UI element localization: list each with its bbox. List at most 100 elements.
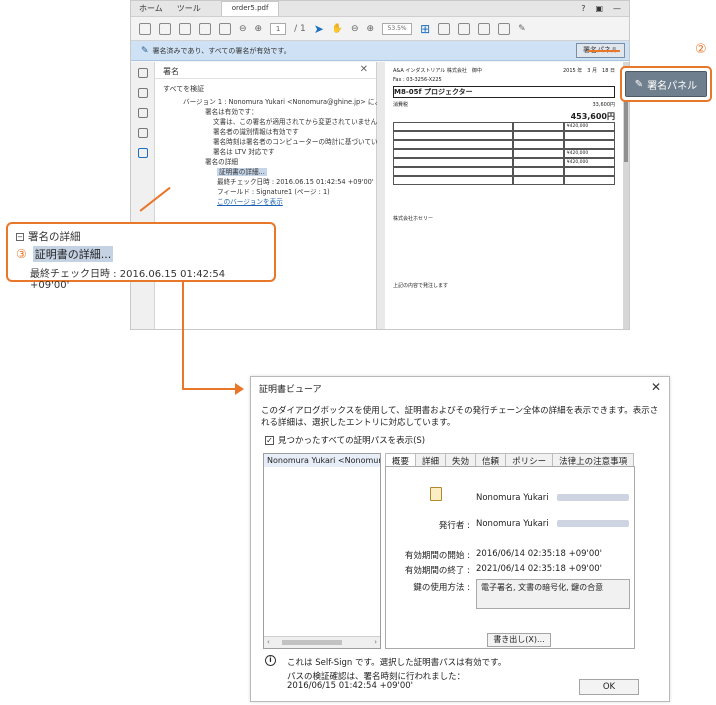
document-scrollbar[interactable] <box>623 62 629 329</box>
issuer-name: Nonomura Yukari <box>476 519 549 529</box>
callout-2: ✎ 署名パネル <box>620 66 712 102</box>
tree-cert-details[interactable]: 証明書の詳細... <box>217 168 267 176</box>
tree-field: フィールド : Signature1 (ページ : 1) <box>217 188 330 196</box>
doc-cell <box>512 140 564 149</box>
save-icon[interactable] <box>139 22 151 35</box>
panel-header: 署名 ✕ <box>155 62 376 79</box>
doc-cell <box>393 122 513 131</box>
full-screen-icon[interactable] <box>458 22 471 35</box>
doc-project: M8-05f プロジェクター <box>394 88 473 96</box>
sign-pen-icon[interactable]: ✎ <box>518 24 526 34</box>
callout-cert-details-link[interactable]: 証明書の詳細... <box>32 246 114 262</box>
doc-seller: 株式会社ホセリー <box>393 216 434 222</box>
signature-panel-button-zoomed[interactable]: ✎ 署名パネル <box>625 71 707 97</box>
fit-page-icon[interactable]: ⊞ <box>420 22 430 36</box>
arrowhead-icon <box>235 383 244 395</box>
tab-legal-notice[interactable]: 法律上の注意事項 <box>552 453 635 467</box>
signature-icon[interactable] <box>137 148 148 158</box>
upload-icon[interactable] <box>159 22 171 35</box>
doc-cell <box>393 176 513 185</box>
verify-all-button[interactable]: すべてを検証 <box>155 79 376 97</box>
tab-trust[interactable]: 信頼 <box>475 453 507 467</box>
collapse-icon[interactable]: − <box>16 232 24 241</box>
scroll-thumb[interactable] <box>282 640 342 645</box>
tree-details[interactable]: 署名の詳細 <box>155 157 376 167</box>
key-usage-value: 電子署名, 文書の暗号化, 鍵の合意 <box>476 579 630 609</box>
certificate-list-item[interactable]: Nonomura Yukari <Nonomura <box>264 454 380 467</box>
select-tool-icon[interactable]: ➤ <box>314 22 324 36</box>
read-mode-icon[interactable] <box>478 22 491 35</box>
tab-policies[interactable]: ポリシー <box>505 453 554 467</box>
user-icon[interactable]: ▣ <box>595 4 603 13</box>
tree-version[interactable]: バージョン 1 : Nonomura Yukari <Nonomura@ghin… <box>155 97 414 107</box>
page-down-icon[interactable]: ⊕ <box>255 24 263 34</box>
scroll-mode-icon[interactable] <box>438 22 451 35</box>
layers-icon[interactable] <box>137 128 148 138</box>
certificate-tabs: 概要 詳細 失効 信頼 ポリシー 法律上の注意事項 <box>385 453 635 467</box>
doc-cell <box>512 122 564 131</box>
search-icon[interactable] <box>219 22 231 35</box>
zoom-in-icon[interactable]: ⊕ <box>367 24 375 34</box>
doc-company: A&A インダストリアル 株式会社 御中 <box>393 68 482 74</box>
zoom-select[interactable]: 53.5% <box>382 22 413 35</box>
export-button[interactable]: 書き出し(X)... <box>487 633 551 647</box>
doc-tax-label: 消費税 <box>393 102 409 108</box>
menu-home[interactable]: ホーム <box>139 3 163 14</box>
doc-line-grid: ¥420,000 ¥420,000 ¥420,000 <box>393 122 615 185</box>
checkbox-checked-icon[interactable]: ✓ <box>265 435 274 445</box>
page-up-icon[interactable]: ⊖ <box>239 24 247 34</box>
attachment-icon[interactable] <box>137 108 148 118</box>
doc-footer: 上記の内容で発注します <box>393 283 449 289</box>
doc-line-amount: ¥420,000 <box>563 158 615 167</box>
info-path-time: 2016/06/15 01:42:54 +09'00' <box>287 681 413 691</box>
tab-revocation[interactable]: 失効 <box>445 453 477 467</box>
comment-icon[interactable] <box>498 22 511 35</box>
document-tab[interactable]: order5.pdf <box>220 1 280 16</box>
key-usage-label: 鍵の使用方法 : <box>413 583 470 593</box>
doc-project-box: M8-05f プロジェクター <box>393 86 615 98</box>
signature-bar: ✎ 署名済みであり、すべての署名が有効です。 署名パネル <box>131 41 629 61</box>
subject-email-redacted <box>556 494 629 501</box>
hand-tool-icon[interactable]: ✋ <box>332 24 343 34</box>
certificate-icon <box>430 487 442 501</box>
list-hscrollbar[interactable]: ‹ › <box>264 636 380 648</box>
show-all-paths-checkbox[interactable]: ✓ 見つかったすべての証明パスを表示(S) <box>251 429 669 451</box>
menu-tools[interactable]: ツール <box>177 3 201 14</box>
menu-bar: ホーム ツール order5.pdf ? ▣ — <box>131 1 629 17</box>
doc-cell <box>563 167 615 176</box>
scroll-left-icon[interactable]: ‹ <box>267 638 270 646</box>
certificate-viewer-dialog: 証明書ビューア ✕ このダイアログボックスを使用して、証明書およびその発行チェー… <box>250 376 670 702</box>
tab-summary[interactable]: 概要 <box>385 453 417 467</box>
valid-from-value: 2016/06/14 02:35:18 +09'00' <box>476 549 602 559</box>
page-number-input[interactable]: 1 <box>270 22 287 35</box>
bookmark-icon[interactable] <box>137 88 148 98</box>
signature-status-text: 署名済みであり、すべての署名が有効です。 <box>152 46 291 55</box>
zoom-out-icon[interactable]: ⊖ <box>351 24 359 34</box>
tree-valid: 署名は有効です： <box>205 108 258 116</box>
dialog-title: 証明書ビューア <box>259 385 322 395</box>
doc-subtotal: 33,600円 <box>592 102 616 108</box>
panel-splitter[interactable] <box>377 62 385 329</box>
panel-title: 署名 <box>163 67 179 76</box>
print-icon[interactable] <box>179 22 191 35</box>
callout-number-3: ③ <box>16 247 27 261</box>
close-icon[interactable]: ✕ <box>360 64 368 75</box>
doc-cell <box>512 158 564 167</box>
pages-icon[interactable] <box>137 68 148 78</box>
tree-identity: 署名者の識別情報は有効です <box>213 128 299 136</box>
help-icon[interactable]: ? <box>581 4 585 13</box>
doc-cell <box>512 176 564 185</box>
minimize-icon[interactable]: — <box>613 4 621 13</box>
valid-from-label: 有効期間の開始 : <box>404 551 470 561</box>
doc-cell <box>393 131 513 140</box>
close-icon[interactable]: ✕ <box>651 380 661 394</box>
tab-details[interactable]: 詳細 <box>415 453 447 467</box>
mail-icon[interactable] <box>199 22 211 35</box>
arrow-connector-vertical <box>182 282 184 390</box>
dialog-description: このダイアログボックスを使用して、証明書およびその発行チェーン全体の詳細を表示で… <box>261 406 659 428</box>
view-version-link[interactable]: このバージョンを表示 <box>217 198 283 206</box>
info-self-sign: これは Self-Sign です。選択した証明書パスは有効です。 <box>287 658 507 668</box>
ok-button[interactable]: OK <box>579 679 639 695</box>
scroll-right-icon[interactable]: › <box>374 638 377 646</box>
toolbar: ⊖ ⊕ 1 / 1 ➤ ✋ ⊖ ⊕ 53.5% ⊞ ✎ <box>131 17 629 41</box>
